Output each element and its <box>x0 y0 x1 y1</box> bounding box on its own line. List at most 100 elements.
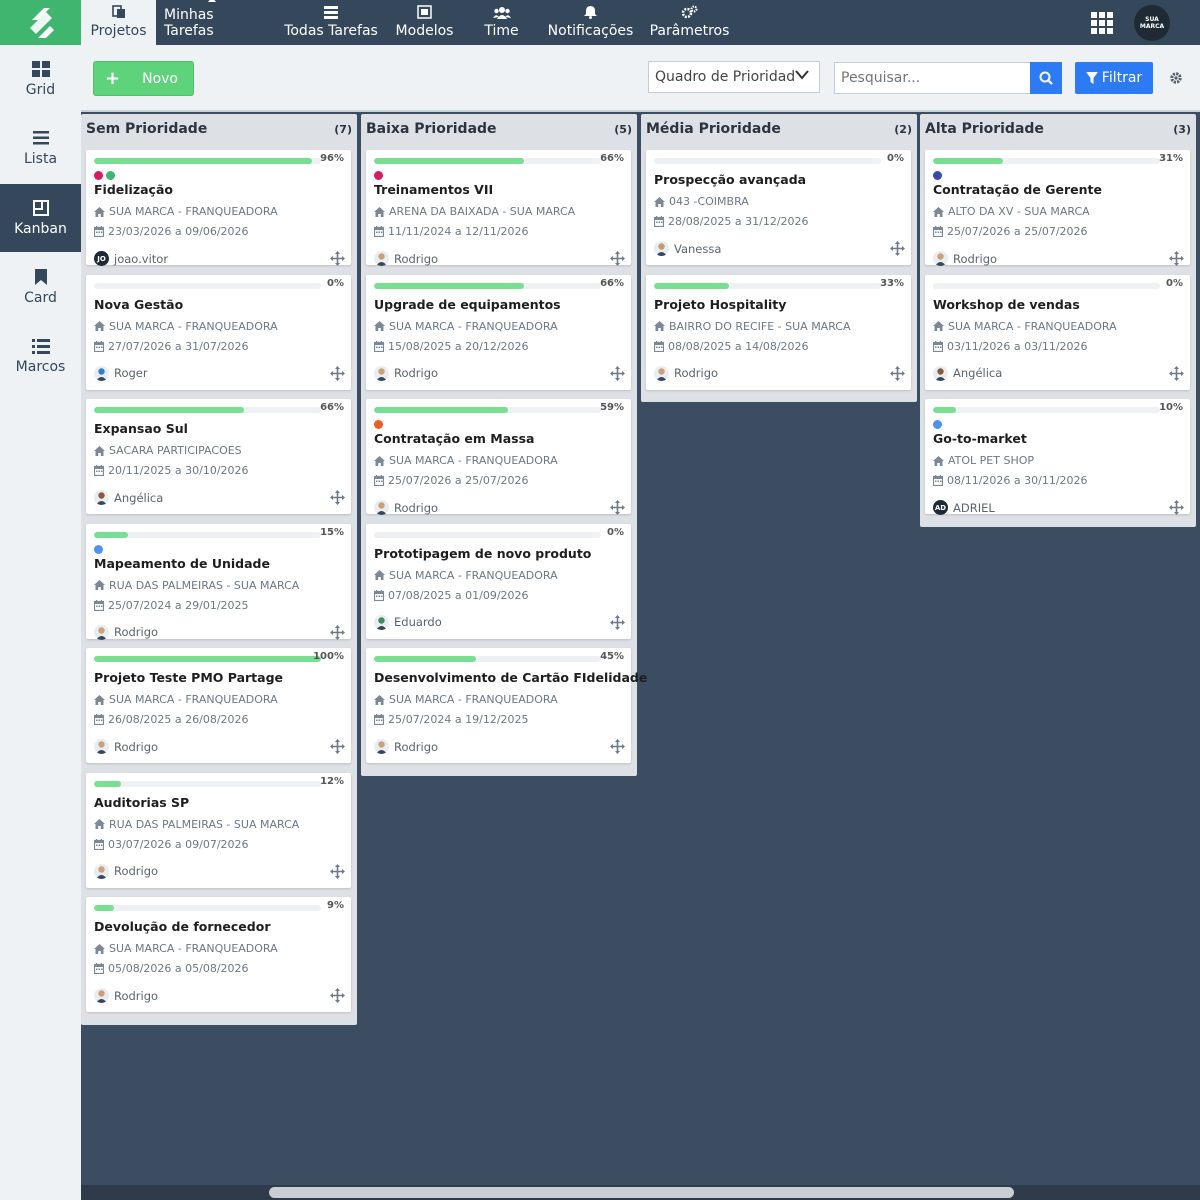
card-title[interactable]: Projeto Hospitality <box>654 297 786 312</box>
card-owner[interactable]: Rodrigo <box>94 624 158 640</box>
card-owner[interactable]: Rodrigo <box>933 251 997 266</box>
drag-move-icon[interactable] <box>610 251 625 266</box>
drag-move-icon[interactable] <box>330 739 345 754</box>
card-owner[interactable]: Rodrigo <box>654 365 718 381</box>
project-card[interactable]: 12% Auditorias SP RUA DAS PALMEIRAS - SUA … <box>86 772 351 888</box>
brand-avatar[interactable]: SUA MARCA <box>1134 5 1170 41</box>
project-card[interactable]: 0% Nova Gestão SUA MARCA - FRANQUEADORA 27/… <box>86 274 351 390</box>
card-title[interactable]: Treinamentos VII <box>374 182 493 197</box>
nav-time[interactable]: Time <box>477 0 526 45</box>
sidebar-item-marcos[interactable]: Marcos <box>0 322 81 390</box>
view-select[interactable]: Quadro de Prioridade <box>648 61 820 93</box>
card-title[interactable]: Expansao Sul <box>94 421 188 436</box>
drag-move-icon[interactable] <box>330 988 345 1003</box>
nav-todas-tarefas[interactable]: Todas Tarefas <box>283 0 379 45</box>
card-owner[interactable]: Rodrigo <box>94 739 158 754</box>
nav-minhas-tarefas[interactable]: Minhas Tarefas <box>164 0 267 45</box>
card-title[interactable]: Go-to-market <box>933 431 1027 446</box>
filter-button[interactable]: Filtrar <box>1075 62 1153 94</box>
nav-projetos[interactable]: Projetos <box>81 0 156 45</box>
drag-move-icon[interactable] <box>330 251 345 266</box>
card-title[interactable]: Upgrade de equipamentos <box>374 297 561 312</box>
tag-dot[interactable] <box>94 544 103 554</box>
card-owner[interactable]: JO joao.vitor <box>94 251 168 266</box>
card-owner[interactable]: AD ADRIEL <box>933 500 995 515</box>
drag-move-icon[interactable] <box>330 624 345 640</box>
project-card[interactable]: 66% Treinamentos VII ARENA DA BAIXADA - SU… <box>366 150 631 266</box>
card-title[interactable]: Devolução de fornecedor <box>94 919 271 934</box>
card-title[interactable]: Mapeamento de Unidade <box>94 556 270 571</box>
project-card[interactable]: 15% Mapeamento de Unidade RUA DAS PALMEIRA… <box>86 523 351 640</box>
card-owner[interactable]: Rodrigo <box>374 500 438 515</box>
drag-move-icon[interactable] <box>1169 251 1184 266</box>
tag-dot[interactable] <box>106 171 115 180</box>
drag-move-icon[interactable] <box>890 365 905 381</box>
drag-move-icon[interactable] <box>330 365 345 381</box>
tag-dot[interactable] <box>933 171 942 180</box>
project-card[interactable]: 45% Desenvolvimento de Cartão FIdelidade S… <box>366 648 647 763</box>
project-card[interactable]: 59% Contratação em Massa SUA MARCA - FRANQ… <box>366 399 631 515</box>
drag-move-icon[interactable] <box>610 365 625 381</box>
drag-move-icon[interactable] <box>610 614 625 630</box>
card-title[interactable]: Fidelização <box>94 182 173 197</box>
drag-move-icon[interactable] <box>1169 500 1184 515</box>
project-card[interactable]: 0% Prototipagem de novo produto SUA MARCA … <box>366 523 631 639</box>
card-owner[interactable]: Eduardo <box>374 614 442 630</box>
drag-move-icon[interactable] <box>610 739 625 754</box>
card-owner[interactable]: Rodrigo <box>94 988 158 1003</box>
search-input[interactable] <box>834 62 1031 94</box>
settings-button[interactable] <box>1169 70 1183 89</box>
card-owner[interactable]: Rodrigo <box>374 739 438 754</box>
tag-dot[interactable] <box>933 420 942 429</box>
sidebar-item-grid[interactable]: Grid <box>0 45 81 113</box>
card-owner[interactable]: Angélica <box>933 365 1002 381</box>
project-card[interactable]: 10% Go-to-market ATOL PET SHOP 08/11/2026 a… <box>925 399 1190 515</box>
drag-move-icon[interactable] <box>330 490 345 505</box>
project-card[interactable]: 66% Upgrade de equipamentos SUA MARCA - FR… <box>366 274 631 390</box>
project-card[interactable]: 100% Projeto Teste PMO Partage SUA MARCA -… <box>86 648 351 763</box>
project-card[interactable]: 0% Workshop de vendas SUA MARCA - FRANQUEA… <box>925 274 1190 390</box>
card-owner[interactable]: Rodrigo <box>374 251 438 266</box>
new-project-button[interactable]: + Novo <box>93 61 194 96</box>
apps-grid-icon[interactable] <box>1091 12 1113 34</box>
card-owner[interactable]: Vanessa <box>654 241 721 256</box>
card-title[interactable]: Projeto Teste PMO Partage <box>94 670 283 685</box>
app-logo[interactable] <box>0 0 81 45</box>
drag-move-icon[interactable] <box>1169 365 1184 381</box>
tag-dot[interactable] <box>374 171 383 180</box>
project-card[interactable]: 0% Prospecção avançada 043 -COIMBRA 28/08/2… <box>646 150 911 265</box>
project-card[interactable]: 9% Devolução de fornecedor SUA MARCA - FRA… <box>86 897 351 1012</box>
avatar <box>374 500 389 515</box>
card-owner[interactable]: Angélica <box>94 490 163 505</box>
sidebar-item-lista[interactable]: Lista <box>0 114 81 182</box>
card-title[interactable]: Workshop de vendas <box>933 297 1080 312</box>
card-owner[interactable]: Rodrigo <box>374 365 438 381</box>
project-card[interactable]: 66% Expansao Sul SACARA PARTICIPACOES 20/11… <box>86 399 351 514</box>
card-owner-name: Rodrigo <box>114 739 159 754</box>
sidebar-item-card[interactable]: Card <box>0 253 81 321</box>
scrollbar-thumb[interactable] <box>269 1187 1014 1198</box>
drag-move-icon[interactable] <box>890 241 905 256</box>
nav-notificacoes[interactable]: Notificações <box>547 0 634 45</box>
horizontal-scrollbar[interactable] <box>81 1185 1200 1200</box>
card-owner[interactable]: Roger <box>94 365 148 381</box>
project-card[interactable]: 96% Fidelização SUA MARCA - FRANQUEADORA 23… <box>86 150 351 266</box>
card-title[interactable]: Prospecção avançada <box>654 172 806 187</box>
card-title[interactable]: Contratação em Massa <box>374 431 534 446</box>
search-button[interactable] <box>1030 62 1062 94</box>
card-title[interactable]: Desenvolvimento de Cartão FIdelidade <box>374 670 647 685</box>
drag-move-icon[interactable] <box>330 863 345 879</box>
tag-dot[interactable] <box>94 171 103 180</box>
card-title[interactable]: Auditorias SP <box>94 795 189 810</box>
card-title[interactable]: Contratação de Gerente <box>933 182 1102 197</box>
card-title[interactable]: Nova Gestão <box>94 297 183 312</box>
card-title[interactable]: Prototipagem de novo produto <box>374 546 591 561</box>
drag-move-icon[interactable] <box>610 500 625 515</box>
project-card[interactable]: 31% Contratação de Gerente ALTO DA XV - SU… <box>925 150 1190 266</box>
project-card[interactable]: 33% Projeto Hospitality BAIRRO DO RECIFE -… <box>646 274 911 390</box>
tag-dot[interactable] <box>374 420 383 429</box>
nav-modelos[interactable]: Modelos <box>393 0 456 45</box>
sidebar-item-kanban[interactable]: Kanban <box>0 184 81 252</box>
card-owner[interactable]: Rodrigo <box>94 863 158 879</box>
nav-parametros[interactable]: Parâmetros <box>649 0 730 45</box>
